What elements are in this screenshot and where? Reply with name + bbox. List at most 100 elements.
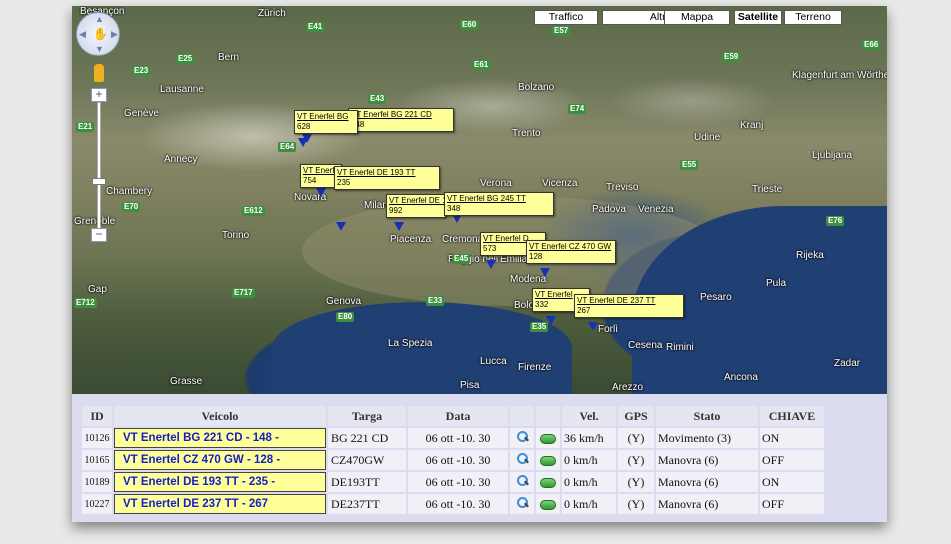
cell-vel: 36 km/h — [562, 428, 616, 448]
cell-gps: (Y) — [618, 494, 654, 514]
vehicle-map-label[interactable]: VT Enerfel DE 193 TT 235 — [334, 166, 440, 190]
engine-status-icon[interactable] — [540, 499, 556, 510]
cell-veicolo-link[interactable]: VT Enertel CZ 470 GW - 128 - — [114, 450, 326, 470]
place-name: La Spezia — [388, 338, 433, 349]
road-shield: E717 — [232, 288, 255, 298]
vehicle-map-label[interactable]: VT Enerfel DE 1 992 — [386, 194, 447, 218]
cell-veicolo-link[interactable]: VT Enertel DE 193 TT - 235 - — [114, 472, 326, 492]
road-shield: E80 — [336, 312, 355, 322]
road-shield: E60 — [460, 20, 479, 30]
header-gps: GPS — [618, 406, 654, 426]
pan-left-icon[interactable]: ◀ — [79, 29, 86, 40]
place-name: Bolzano — [518, 82, 555, 93]
map-type-satellite-button[interactable]: Satellite — [734, 10, 782, 25]
table-row: 10189 VT Enertel DE 193 TT - 235 - DE193… — [82, 472, 824, 492]
place-name: Verona — [480, 178, 512, 189]
engine-status-icon[interactable] — [540, 455, 556, 466]
satellite-map[interactable]: BesançonZürichBernLausanneGenèveAnnecyCh… — [72, 6, 887, 394]
vehicle-marker-icon[interactable] — [394, 222, 404, 231]
magnifier-icon[interactable] — [516, 496, 529, 509]
pan-right-icon[interactable]: ▶ — [111, 29, 118, 40]
place-name: Lausanne — [160, 84, 204, 95]
place-name: Lucca — [480, 356, 507, 367]
cell-chiave: OFF — [760, 494, 824, 514]
cell-stato: Manovra (6) — [656, 494, 758, 514]
map-type-terreno-button[interactable]: Terreno — [784, 10, 842, 25]
vehicle-label-title: VT Enerfel BG — [297, 112, 349, 121]
cell-veicolo-link[interactable]: VT Enertel BG 221 CD - 148 - — [114, 428, 326, 448]
engine-status-icon[interactable] — [540, 477, 556, 488]
cell-status — [536, 450, 560, 470]
place-name: Ljubljana — [812, 150, 853, 161]
place-name: Genève — [124, 108, 160, 119]
vehicle-label-value: 267 — [577, 306, 591, 315]
place-name: Pisa — [460, 380, 480, 391]
cell-vel: 0 km/h — [562, 494, 616, 514]
place-name: Zadar — [834, 358, 861, 369]
header-blank-2 — [536, 406, 560, 426]
magnifier-icon[interactable] — [516, 452, 529, 465]
vehicle-marker-icon[interactable] — [546, 316, 556, 325]
map-type-mappa-button[interactable]: Mappa — [664, 10, 730, 25]
vehicle-map-label[interactable]: VT Enerfel BG 221 CD148 — [348, 108, 454, 132]
street-view-pegman-icon[interactable] — [94, 64, 104, 82]
place-name: Chambery — [106, 186, 153, 197]
cell-stato: Movimento (3) — [656, 428, 758, 448]
place-name: Bern — [218, 52, 240, 63]
map-type-traffico-button[interactable]: Traffico — [534, 10, 598, 25]
cell-targa: DE237TT — [328, 494, 406, 514]
place-name: Torino — [222, 230, 250, 241]
vehicle-marker-icon[interactable] — [486, 260, 496, 269]
cell-zoom — [510, 494, 534, 514]
place-name: Ancona — [724, 372, 758, 383]
road-shield: E55 — [680, 160, 699, 170]
hand-icon[interactable]: ✋ — [93, 27, 108, 41]
cell-id: 10126 — [82, 428, 112, 448]
engine-status-icon[interactable] — [540, 433, 556, 444]
place-name: Gap — [88, 284, 107, 295]
cell-data: 06 ott -10. 30 — [408, 494, 508, 514]
magnifier-icon[interactable] — [516, 430, 529, 443]
road-shield: E45 — [452, 254, 471, 264]
pan-control[interactable]: ▲ ◀ ▶ ▼ ✋ — [76, 12, 120, 56]
cell-id: 10227 — [82, 494, 112, 514]
place-name: Treviso — [606, 182, 639, 193]
place-name: Cremona — [442, 234, 484, 245]
cell-gps: (Y) — [618, 428, 654, 448]
header-data: Data — [408, 406, 508, 426]
vehicle-map-label[interactable]: VT Enerfel DE 237 TT 267 — [574, 294, 684, 318]
pan-down-icon[interactable]: ▼ — [95, 44, 104, 54]
road-shield: E76 — [826, 216, 845, 226]
vehicle-label-title: VT Enerfel BG 221 CD — [351, 110, 432, 119]
vehicle-map-label[interactable]: VT Enerfel CZ 470 GW 128 — [526, 240, 616, 264]
zoom-out-button[interactable]: − — [91, 228, 107, 242]
place-name: Udine — [694, 132, 721, 143]
vehicle-map-label[interactable]: VT Enerfel BG 245 TT 348 — [444, 192, 554, 216]
table-row: 10227 VT Enertel DE 237 TT - 267 DE237TT… — [82, 494, 824, 514]
vehicle-marker-icon[interactable] — [540, 268, 550, 277]
cell-targa: DE193TT — [328, 472, 406, 492]
road-shield: E66 — [862, 40, 881, 50]
vehicle-marker-icon[interactable] — [336, 222, 346, 231]
cell-veicolo-link[interactable]: VT Enertel DE 237 TT - 267 — [114, 494, 326, 514]
zoom-slider-track[interactable] — [97, 102, 101, 232]
vehicle-marker-icon[interactable] — [298, 138, 308, 147]
zoom-in-button[interactable]: + — [91, 88, 107, 102]
cell-status — [536, 494, 560, 514]
cell-status — [536, 472, 560, 492]
cell-chiave: ON — [760, 472, 824, 492]
header-stato: Stato — [656, 406, 758, 426]
vehicle-label-value: 128 — [529, 252, 543, 261]
vehicle-map-label[interactable]: VT Enerfel BG 628 — [294, 110, 358, 134]
magnifier-icon[interactable] — [516, 474, 529, 487]
vehicle-marker-icon[interactable] — [588, 322, 598, 331]
place-name: Pula — [766, 278, 787, 289]
place-name: Firenze — [518, 362, 552, 373]
place-name: Venezia — [638, 204, 674, 215]
road-shield: E41 — [306, 22, 325, 32]
cell-zoom — [510, 428, 534, 448]
pan-up-icon[interactable]: ▲ — [95, 14, 104, 24]
cell-chiave: OFF — [760, 450, 824, 470]
zoom-slider-thumb[interactable] — [92, 178, 106, 185]
vehicle-marker-icon[interactable] — [316, 188, 326, 197]
